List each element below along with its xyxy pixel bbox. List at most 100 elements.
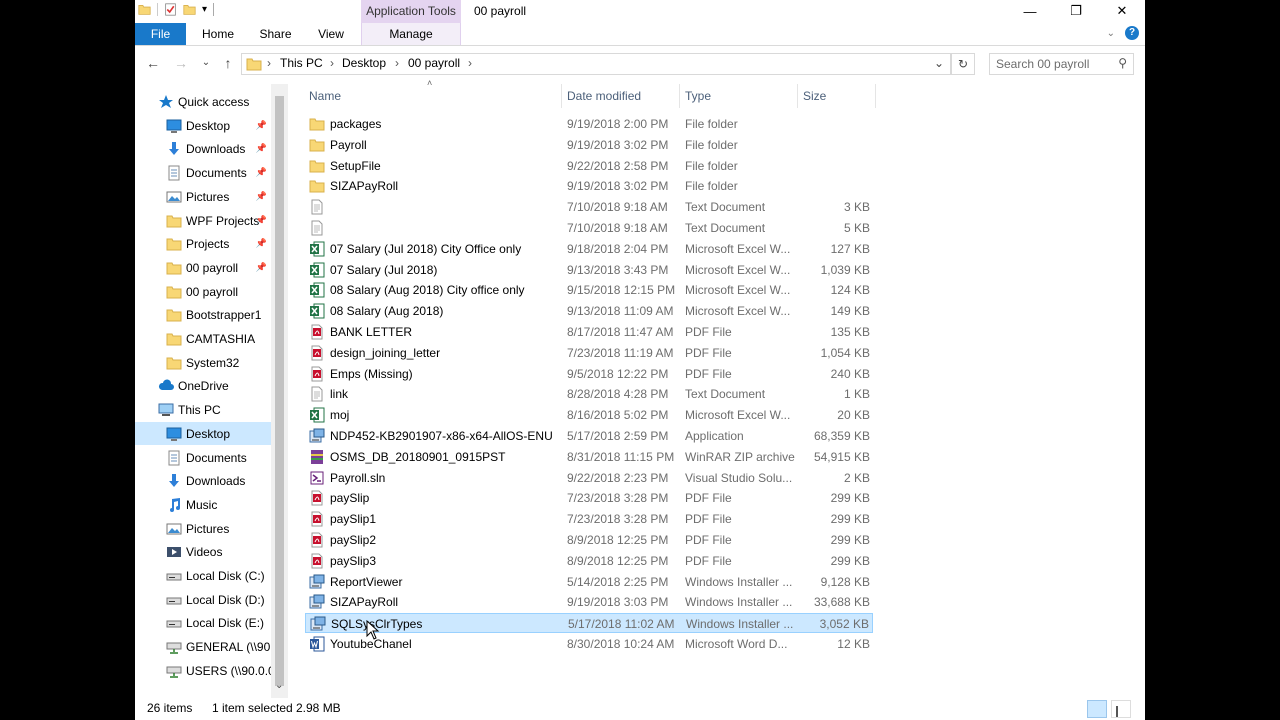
sidebar-item[interactable]: OneDrive [135, 374, 271, 397]
file-row[interactable]: paySlip 7/23/2018 3:28 PM PDF File 299 KB [305, 488, 873, 508]
tab-share[interactable]: Share [253, 23, 298, 45]
expand-ribbon-icon[interactable]: ⌄ [1107, 28, 1115, 39]
file-type: Microsoft Excel W... [685, 408, 791, 423]
sidebar-item[interactable]: Videos [135, 540, 271, 563]
window-title: 00 payroll [474, 4, 527, 18]
address-bar[interactable]: › This PC › Desktop › 00 payroll › ⌄ [241, 53, 951, 75]
file-row[interactable]: SIZAPayRoll 9/19/2018 3:03 PM Windows Inst… [305, 592, 873, 612]
file-row[interactable]: paySlip1 7/23/2018 3:28 PM PDF File 299 KB [305, 509, 873, 529]
scroll-down-icon[interactable]: ⌄ [275, 680, 283, 691]
sidebar-item[interactable]: Local Disk (C:) [135, 564, 271, 587]
file-row[interactable]: Emps (Missing) 9/5/2018 12:22 PM PDF File 2… [305, 364, 873, 384]
column-type[interactable]: Type [681, 84, 798, 108]
file-row[interactable]: paySlip3 8/9/2018 12:25 PM PDF File 299 KB [305, 551, 873, 571]
address-history-dropdown[interactable]: ⌄ [934, 56, 944, 70]
sidebar-item[interactable]: CAMTASHIA [135, 327, 271, 350]
restore-button[interactable]: ❐ [1053, 0, 1099, 22]
column-date-modified[interactable]: Date modified [563, 84, 680, 108]
sidebar-item[interactable]: Desktop [135, 421, 271, 445]
file-date-modified: 9/13/2018 3:43 PM [567, 262, 669, 277]
breadcrumb-00-payroll[interactable]: 00 payroll [408, 56, 460, 70]
breadcrumb-this-pc[interactable]: This PC [280, 56, 323, 70]
sidebar-item[interactable]: Local Disk (D:) [135, 588, 271, 611]
installer-icon [309, 594, 325, 609]
large-icons-view-button[interactable] [1111, 700, 1131, 718]
sidebar-item[interactable]: Music [135, 493, 271, 516]
file-type: WinRAR ZIP archive [685, 449, 795, 464]
sidebar-item[interactable]: Pictures [135, 517, 271, 540]
forward-button[interactable]: → [172, 54, 190, 72]
up-button[interactable]: ↑ [219, 54, 237, 72]
file-row[interactable]: BANK LETTER 8/17/2018 11:47 AM PDF File 135… [305, 322, 873, 342]
file-row[interactable]: 08 Salary (Aug 2018) 9/13/2018 11:09 AM Mi… [305, 301, 873, 321]
file-row[interactable]: design_joining_letter 7/23/2018 11:19 AM P… [305, 343, 873, 363]
file-type: PDF File [685, 345, 732, 360]
sidebar-item[interactable]: WPF Projects 📌 [135, 209, 271, 232]
help-icon[interactable]: ? [1125, 26, 1139, 40]
tab-view[interactable]: View [311, 23, 351, 45]
file-row[interactable]: SetupFile 9/22/2018 2:58 PM File folder [305, 156, 873, 176]
details-view-button[interactable] [1087, 700, 1107, 718]
refresh-button[interactable]: ↻ [951, 53, 975, 75]
file-row[interactable]: OSMS_DB_20180901_0915PST 8/31/2018 11:15 … [305, 447, 873, 467]
new-folder-icon[interactable] [183, 3, 196, 16]
sidebar-item[interactable]: Projects 📌 [135, 232, 271, 255]
sidebar-item[interactable]: Local Disk (E:) [135, 611, 271, 634]
file-date-modified: 8/9/2018 12:25 PM [567, 533, 669, 547]
breadcrumb-separator-icon: › [468, 56, 472, 70]
file-row[interactable]: NDP452-KB2901907-x86-x64-AllOS-ENU 5/17/2… [305, 426, 873, 446]
tab-manage[interactable]: Manage [361, 23, 461, 45]
tab-home[interactable]: Home [197, 23, 239, 45]
recent-locations-button[interactable]: ⌄ [197, 54, 215, 72]
file-row[interactable]: 07 Salary (Jul 2018) City Office only 9/1… [305, 239, 873, 259]
file-date-modified: 8/16/2018 5:02 PM [567, 408, 669, 423]
sidebar-item[interactable]: Downloads 📌 [135, 137, 271, 160]
navigation-scrollbar[interactable] [271, 84, 288, 698]
breadcrumb-desktop[interactable]: Desktop [342, 56, 386, 70]
sidebar-item[interactable]: Documents [135, 446, 271, 469]
sidebar-item[interactable]: Downloads [135, 469, 271, 492]
sidebar-item[interactable]: 00 payroll 📌 [135, 256, 271, 279]
back-button[interactable]: ← [144, 54, 162, 72]
file-row[interactable]: moj 8/16/2018 5:02 PM Microsoft Excel W...… [305, 405, 873, 425]
file-row[interactable]: YoutubeChanel 8/30/2018 10:24 AM Microsoft… [305, 634, 873, 654]
file-row[interactable]: link 8/28/2018 4:28 PM Text Document 1 KB [305, 384, 873, 404]
sidebar-item[interactable]: GENERAL (\\90.0.0.1) [135, 635, 271, 658]
file-row[interactable]: 08 Salary (Aug 2018) City office only 9/1… [305, 280, 873, 300]
sidebar-item-label: Desktop [186, 118, 231, 133]
sidebar-item[interactable]: Desktop 📌 [135, 114, 271, 137]
file-row[interactable]: Payroll 9/19/2018 3:02 PM File folder [305, 135, 873, 155]
quick-access-toolbar: ▾ [138, 3, 215, 16]
search-box[interactable]: Search 00 payroll ⚲ [989, 53, 1134, 75]
customize-qat-icon[interactable]: ▾ [202, 4, 207, 15]
tab-file[interactable]: File [135, 23, 186, 45]
properties-icon[interactable] [164, 3, 177, 16]
sidebar-item[interactable]: 00 payroll [135, 280, 271, 303]
file-row[interactable]: 7/10/2018 9:18 AM Text Document 5 KB [305, 218, 873, 238]
file-row[interactable]: ReportViewer 5/14/2018 2:25 PM Windows Ins… [305, 572, 873, 592]
file-size: 68,359 KB [813, 429, 870, 443]
file-type: PDF File [685, 533, 732, 547]
file-date-modified: 9/15/2018 12:15 PM [567, 283, 676, 298]
column-name[interactable]: Name [305, 84, 562, 108]
pin-icon: 📌 [255, 238, 267, 249]
file-row[interactable]: paySlip2 8/9/2018 12:25 PM PDF File 299 KB [305, 530, 873, 550]
search-input[interactable]: Search 00 payroll [996, 57, 1089, 71]
file-row[interactable]: SQLSysClrTypes 5/17/2018 11:02 AM Windows … [305, 613, 873, 634]
scrollbar-thumb[interactable] [275, 96, 284, 686]
sidebar-item[interactable]: Quick access [135, 90, 271, 113]
close-button[interactable]: ✕ [1099, 0, 1145, 22]
sidebar-item[interactable]: System32 [135, 351, 271, 374]
file-row[interactable]: 7/10/2018 9:18 AM Text Document 3 KB [305, 197, 873, 217]
sidebar-item[interactable]: USERS (\\90.0.0.1) [135, 659, 271, 682]
sidebar-item[interactable]: Documents 📌 [135, 161, 271, 184]
file-row[interactable]: 07 Salary (Jul 2018) 9/13/2018 3:43 PM Mic… [305, 260, 873, 280]
column-size[interactable]: Size [799, 84, 876, 108]
file-row[interactable]: SIZAPayRoll 9/19/2018 3:02 PM File folder [305, 176, 873, 196]
sidebar-item[interactable]: Pictures 📌 [135, 185, 271, 208]
file-row[interactable]: Payroll.sln 9/22/2018 2:23 PM Visual Studi… [305, 468, 873, 488]
sidebar-item[interactable]: This PC [135, 398, 271, 421]
minimize-button[interactable]: — [1007, 0, 1053, 22]
file-row[interactable]: packages 9/19/2018 2:00 PM File folder [305, 114, 873, 134]
sidebar-item[interactable]: Bootstrapper1 [135, 303, 271, 326]
